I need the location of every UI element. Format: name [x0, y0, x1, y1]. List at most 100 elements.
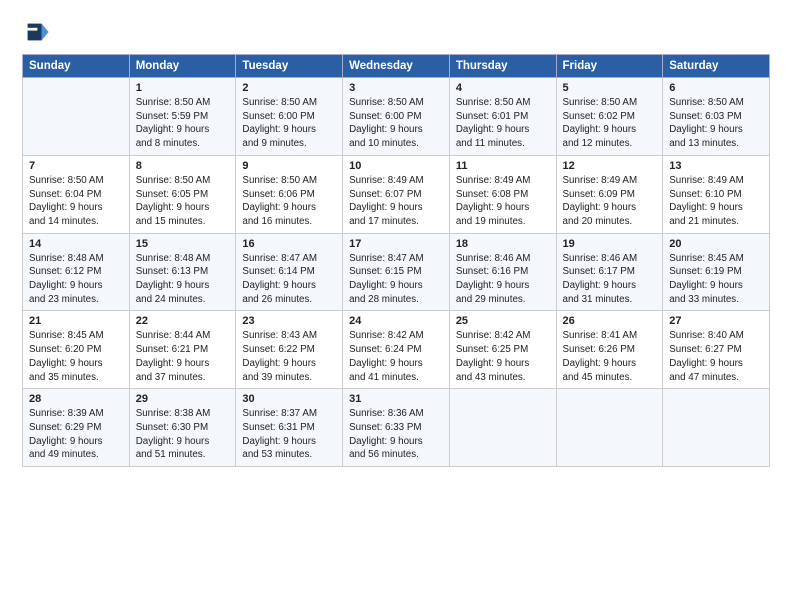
- calendar-cell: 19 Sunrise: 8:46 AM Sunset: 6:17 PM Dayli…: [556, 233, 663, 311]
- calendar-cell: 13 Sunrise: 8:49 AM Sunset: 6:10 PM Dayli…: [663, 155, 770, 233]
- day-info: Sunrise: 8:49 AM Sunset: 6:09 PM Dayligh…: [563, 174, 657, 229]
- weekday-header: Friday: [556, 55, 663, 78]
- day-info: Sunrise: 8:50 AM Sunset: 6:06 PM Dayligh…: [242, 174, 336, 229]
- page: SundayMondayTuesdayWednesdayThursdayFrid…: [0, 0, 792, 612]
- calendar-cell: 1 Sunrise: 8:50 AM Sunset: 5:59 PM Daylig…: [129, 78, 236, 156]
- day-info: Sunrise: 8:50 AM Sunset: 6:02 PM Dayligh…: [563, 96, 657, 151]
- calendar-cell: 25 Sunrise: 8:42 AM Sunset: 6:25 PM Dayli…: [449, 311, 556, 389]
- calendar-cell: 27 Sunrise: 8:40 AM Sunset: 6:27 PM Dayli…: [663, 311, 770, 389]
- day-number: 15: [136, 238, 230, 250]
- calendar-cell: 24 Sunrise: 8:42 AM Sunset: 6:24 PM Dayli…: [343, 311, 450, 389]
- day-number: 20: [669, 238, 763, 250]
- day-number: 14: [29, 238, 123, 250]
- day-info: Sunrise: 8:42 AM Sunset: 6:25 PM Dayligh…: [456, 329, 550, 384]
- day-number: 23: [242, 315, 336, 327]
- calendar-cell: 16 Sunrise: 8:47 AM Sunset: 6:14 PM Dayli…: [236, 233, 343, 311]
- calendar-cell: [556, 389, 663, 467]
- day-info: Sunrise: 8:50 AM Sunset: 6:00 PM Dayligh…: [349, 96, 443, 151]
- weekday-header: Wednesday: [343, 55, 450, 78]
- day-info: Sunrise: 8:47 AM Sunset: 6:15 PM Dayligh…: [349, 252, 443, 307]
- logo-icon: [22, 18, 50, 46]
- calendar-week-row: 14 Sunrise: 8:48 AM Sunset: 6:12 PM Dayli…: [23, 233, 770, 311]
- day-info: Sunrise: 8:39 AM Sunset: 6:29 PM Dayligh…: [29, 407, 123, 462]
- calendar-cell: 28 Sunrise: 8:39 AM Sunset: 6:29 PM Dayli…: [23, 389, 130, 467]
- day-info: Sunrise: 8:50 AM Sunset: 6:01 PM Dayligh…: [456, 96, 550, 151]
- day-number: 8: [136, 160, 230, 172]
- day-number: 29: [136, 393, 230, 405]
- day-number: 28: [29, 393, 123, 405]
- day-info: Sunrise: 8:44 AM Sunset: 6:21 PM Dayligh…: [136, 329, 230, 384]
- day-info: Sunrise: 8:49 AM Sunset: 6:08 PM Dayligh…: [456, 174, 550, 229]
- calendar-week-row: 7 Sunrise: 8:50 AM Sunset: 6:04 PM Daylig…: [23, 155, 770, 233]
- day-info: Sunrise: 8:45 AM Sunset: 6:19 PM Dayligh…: [669, 252, 763, 307]
- day-number: 1: [136, 82, 230, 94]
- day-info: Sunrise: 8:36 AM Sunset: 6:33 PM Dayligh…: [349, 407, 443, 462]
- calendar-week-row: 28 Sunrise: 8:39 AM Sunset: 6:29 PM Dayli…: [23, 389, 770, 467]
- day-info: Sunrise: 8:43 AM Sunset: 6:22 PM Dayligh…: [242, 329, 336, 384]
- calendar-cell: 30 Sunrise: 8:37 AM Sunset: 6:31 PM Dayli…: [236, 389, 343, 467]
- day-number: 30: [242, 393, 336, 405]
- calendar-cell: 29 Sunrise: 8:38 AM Sunset: 6:30 PM Dayli…: [129, 389, 236, 467]
- day-number: 13: [669, 160, 763, 172]
- weekday-header: Monday: [129, 55, 236, 78]
- day-number: 24: [349, 315, 443, 327]
- day-info: Sunrise: 8:37 AM Sunset: 6:31 PM Dayligh…: [242, 407, 336, 462]
- weekday-header: Tuesday: [236, 55, 343, 78]
- day-number: 7: [29, 160, 123, 172]
- day-number: 19: [563, 238, 657, 250]
- day-number: 21: [29, 315, 123, 327]
- weekday-header-row: SundayMondayTuesdayWednesdayThursdayFrid…: [23, 55, 770, 78]
- day-info: Sunrise: 8:42 AM Sunset: 6:24 PM Dayligh…: [349, 329, 443, 384]
- day-info: Sunrise: 8:49 AM Sunset: 6:07 PM Dayligh…: [349, 174, 443, 229]
- day-info: Sunrise: 8:48 AM Sunset: 6:13 PM Dayligh…: [136, 252, 230, 307]
- calendar-cell: 3Sunrise: 8:50 AM Sunset: 6:00 PM Daylig…: [343, 78, 450, 156]
- calendar-cell: [663, 389, 770, 467]
- day-info: Sunrise: 8:46 AM Sunset: 6:17 PM Dayligh…: [563, 252, 657, 307]
- calendar-cell: 26 Sunrise: 8:41 AM Sunset: 6:26 PM Dayli…: [556, 311, 663, 389]
- calendar-cell: 11 Sunrise: 8:49 AM Sunset: 6:08 PM Dayli…: [449, 155, 556, 233]
- calendar-cell: 4 Sunrise: 8:50 AM Sunset: 6:01 PM Daylig…: [449, 78, 556, 156]
- calendar-cell: 20 Sunrise: 8:45 AM Sunset: 6:19 PM Dayli…: [663, 233, 770, 311]
- weekday-header: Sunday: [23, 55, 130, 78]
- calendar-cell: 6Sunrise: 8:50 AM Sunset: 6:03 PM Daylig…: [663, 78, 770, 156]
- weekday-header: Saturday: [663, 55, 770, 78]
- day-info: Sunrise: 8:50 AM Sunset: 5:59 PM Dayligh…: [136, 96, 230, 151]
- calendar-cell: 15 Sunrise: 8:48 AM Sunset: 6:13 PM Dayli…: [129, 233, 236, 311]
- calendar-week-row: 1 Sunrise: 8:50 AM Sunset: 5:59 PM Daylig…: [23, 78, 770, 156]
- day-info: Sunrise: 8:47 AM Sunset: 6:14 PM Dayligh…: [242, 252, 336, 307]
- calendar-cell: 2Sunrise: 8:50 AM Sunset: 6:00 PM Daylig…: [236, 78, 343, 156]
- day-number: 25: [456, 315, 550, 327]
- day-number: 17: [349, 238, 443, 250]
- day-number: 27: [669, 315, 763, 327]
- day-info: Sunrise: 8:50 AM Sunset: 6:05 PM Dayligh…: [136, 174, 230, 229]
- calendar-cell: [23, 78, 130, 156]
- day-number: 6: [669, 82, 763, 94]
- calendar-cell: 9 Sunrise: 8:50 AM Sunset: 6:06 PM Daylig…: [236, 155, 343, 233]
- calendar-cell: 14 Sunrise: 8:48 AM Sunset: 6:12 PM Dayli…: [23, 233, 130, 311]
- header: [22, 18, 770, 46]
- calendar-cell: [449, 389, 556, 467]
- day-number: 11: [456, 160, 550, 172]
- calendar-cell: 21Sunrise: 8:45 AM Sunset: 6:20 PM Dayli…: [23, 311, 130, 389]
- day-number: 16: [242, 238, 336, 250]
- day-info: Sunrise: 8:49 AM Sunset: 6:10 PM Dayligh…: [669, 174, 763, 229]
- day-number: 18: [456, 238, 550, 250]
- day-info: Sunrise: 8:46 AM Sunset: 6:16 PM Dayligh…: [456, 252, 550, 307]
- calendar-cell: 7 Sunrise: 8:50 AM Sunset: 6:04 PM Daylig…: [23, 155, 130, 233]
- calendar-cell: 12Sunrise: 8:49 AM Sunset: 6:09 PM Dayli…: [556, 155, 663, 233]
- day-number: 4: [456, 82, 550, 94]
- day-number: 26: [563, 315, 657, 327]
- day-info: Sunrise: 8:41 AM Sunset: 6:26 PM Dayligh…: [563, 329, 657, 384]
- calendar-cell: 22 Sunrise: 8:44 AM Sunset: 6:21 PM Dayli…: [129, 311, 236, 389]
- day-info: Sunrise: 8:40 AM Sunset: 6:27 PM Dayligh…: [669, 329, 763, 384]
- calendar-cell: 8 Sunrise: 8:50 AM Sunset: 6:05 PM Daylig…: [129, 155, 236, 233]
- day-info: Sunrise: 8:48 AM Sunset: 6:12 PM Dayligh…: [29, 252, 123, 307]
- weekday-header: Thursday: [449, 55, 556, 78]
- day-info: Sunrise: 8:50 AM Sunset: 6:04 PM Dayligh…: [29, 174, 123, 229]
- day-info: Sunrise: 8:38 AM Sunset: 6:30 PM Dayligh…: [136, 407, 230, 462]
- logo: [22, 18, 54, 46]
- day-number: 22: [136, 315, 230, 327]
- calendar-cell: 18 Sunrise: 8:46 AM Sunset: 6:16 PM Dayli…: [449, 233, 556, 311]
- day-number: 9: [242, 160, 336, 172]
- day-number: 2: [242, 82, 336, 94]
